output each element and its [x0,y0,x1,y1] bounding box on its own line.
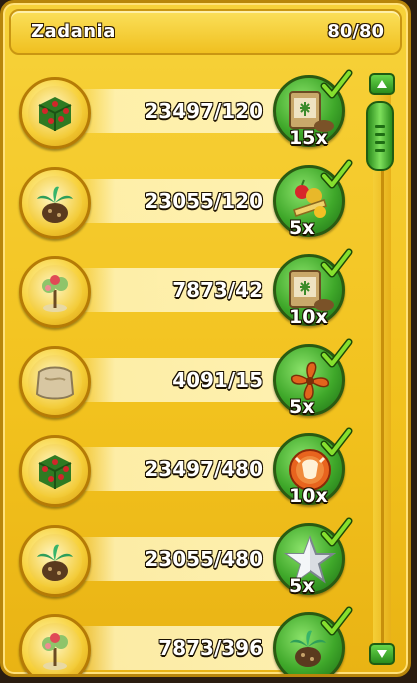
item-medal [19,77,91,149]
task-row[interactable]: 23497/120 15x [3,69,363,159]
checkmark-icon [319,338,353,372]
item-medal [19,435,91,507]
item-medal [19,256,91,328]
task-row[interactable]: 23497/480 10x [3,427,363,517]
task-progress: 7873/396 [158,636,263,660]
reward-multiplier: 10x [289,306,328,328]
scrollbar-rail [381,105,384,645]
item-medal [19,345,91,418]
checkmark-icon [319,159,353,193]
item-medal [19,524,91,597]
task-progress: 23497/120 [144,99,263,123]
task-count: 80/80 [327,21,384,42]
arrow-up-icon [377,80,387,88]
scroll-down-button[interactable] [369,643,395,665]
arrow-down-icon [377,650,387,658]
checkmark-icon [319,69,353,103]
task-list: 23497/120 15x 23055/120 5x 7873/42 10x 4… [3,65,363,674]
scroll-up-button[interactable] [369,73,395,95]
task-progress: 23055/480 [144,546,263,571]
item-medal [19,614,91,674]
reward-multiplier: 5x [289,574,315,597]
title-bar: Zadania 80/80 [9,9,402,55]
checkmark-icon [319,427,353,461]
task-progress: 4091/15 [172,367,263,392]
task-row[interactable]: 4091/15 5x [3,338,363,428]
reward-multiplier: 5x [289,216,315,239]
task-row[interactable]: 23055/480 5x [3,517,363,607]
task-progress: 23497/480 [144,457,263,481]
checkmark-icon [319,606,353,640]
task-progress: 7873/42 [172,278,263,302]
task-row[interactable]: 7873/42 10x [3,248,363,338]
checkmark-icon [319,517,353,551]
item-medal [19,166,91,239]
task-row[interactable]: 7873/396 [3,606,363,674]
reward-multiplier: 10x [289,485,328,507]
panel-title: Zadania [31,21,116,42]
task-row[interactable]: 23055/120 5x [3,159,363,249]
reward-multiplier: 5x [289,395,315,418]
checkmark-icon [319,248,353,282]
task-progress: 23055/120 [144,188,263,213]
tasks-panel: Zadania 80/80 23497/120 15x 23055/120 5x [0,0,411,677]
scrollbar-thumb[interactable] [366,101,394,171]
reward-multiplier: 15x [289,127,328,149]
